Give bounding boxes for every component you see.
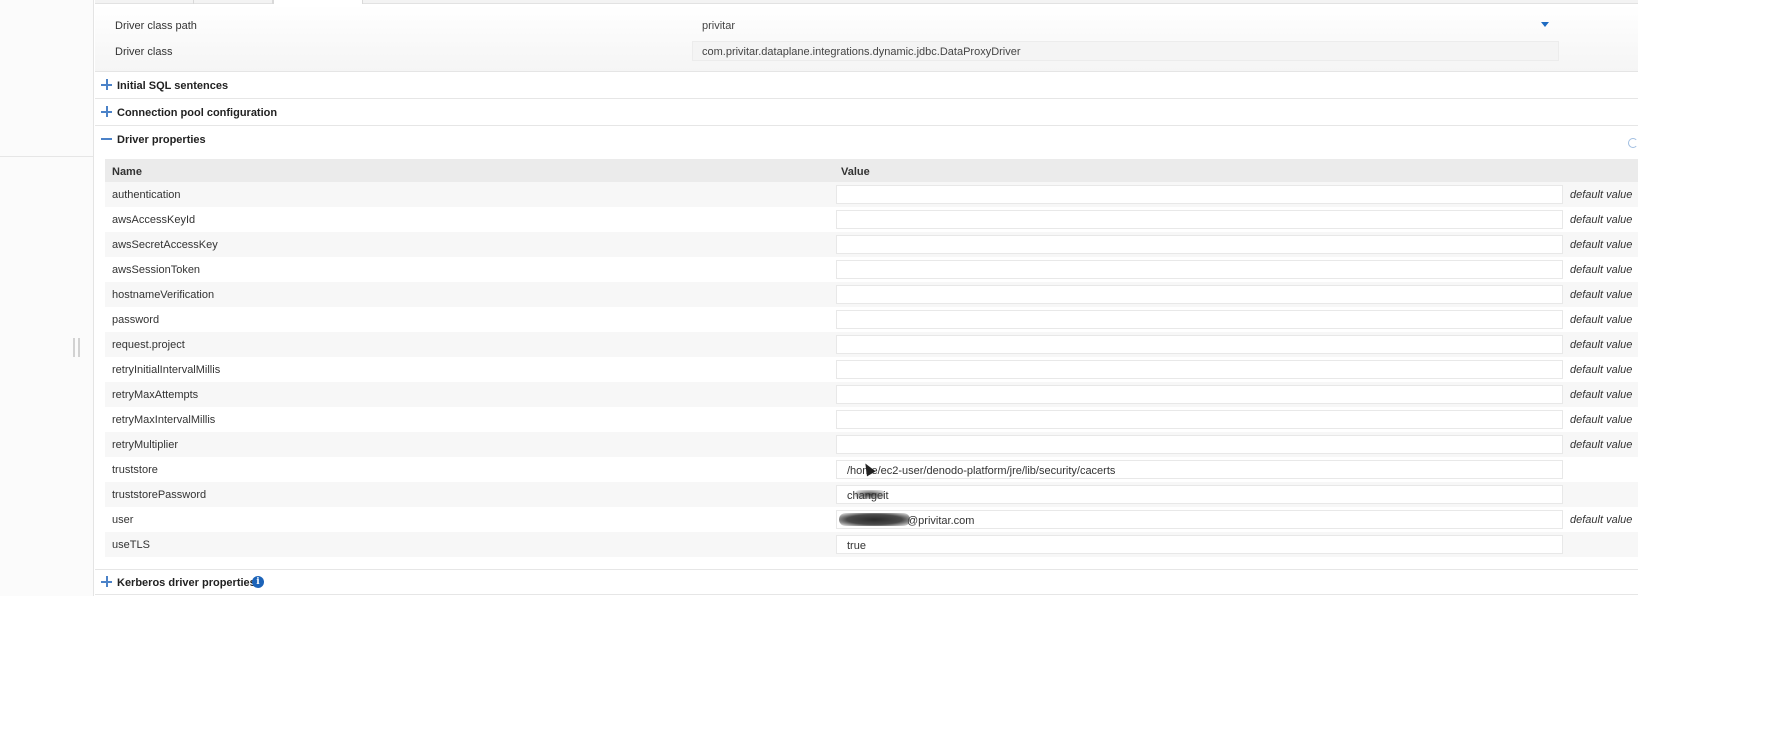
property-value-input[interactable] bbox=[836, 335, 1563, 354]
table-row: awsAccessKeyId default value bbox=[105, 207, 1638, 232]
property-name: hostnameVerification bbox=[112, 289, 215, 301]
tab-active[interactable] bbox=[273, 0, 363, 4]
table-row: retryMaxAttempts default value bbox=[105, 382, 1638, 407]
default-value-label[interactable]: default value bbox=[1570, 389, 1632, 401]
driver-class-row: Driver class com.privitar.dataplane.inte… bbox=[95, 41, 1638, 63]
app-window: Driver class path privitar Driver class … bbox=[0, 0, 1778, 732]
pane-splitter-handle[interactable] bbox=[73, 338, 80, 357]
property-name: truststore bbox=[112, 464, 158, 476]
redacted-password bbox=[855, 490, 885, 499]
minus-icon[interactable] bbox=[101, 133, 112, 144]
property-value-input[interactable] bbox=[836, 185, 1563, 204]
property-name: password bbox=[112, 314, 160, 326]
section-title-kerberos[interactable]: Kerberos driver properties bbox=[117, 577, 256, 589]
table-row: retryMultiplier default value bbox=[105, 432, 1638, 457]
driver-configuration: Driver class path privitar Driver class … bbox=[95, 5, 1638, 72]
table-row: hostnameVerification default value bbox=[105, 282, 1638, 307]
driver-class-field: com.privitar.dataplane.integrations.dyna… bbox=[692, 41, 1559, 61]
default-value-label[interactable]: default value bbox=[1570, 189, 1632, 201]
table-row: truststorePassword bbox=[105, 482, 1638, 507]
driver-class-label: Driver class bbox=[115, 46, 173, 58]
info-icon[interactable]: i bbox=[252, 576, 264, 588]
driver-class-path-label: Driver class path bbox=[115, 20, 197, 32]
plus-icon[interactable] bbox=[101, 79, 112, 90]
tab[interactable] bbox=[193, 0, 273, 4]
table-row: password default value bbox=[105, 307, 1638, 332]
driver-class-path-row: Driver class path privitar bbox=[95, 15, 1638, 37]
table-row: useTLS bbox=[105, 532, 1638, 557]
driver-class-path-value: privitar bbox=[702, 20, 736, 32]
property-name: authentication bbox=[112, 189, 181, 201]
table-row: user default value bbox=[105, 507, 1638, 532]
property-name: awsSecretAccessKey bbox=[112, 239, 218, 251]
connection-settings-panel: Driver class path privitar Driver class … bbox=[95, 0, 1638, 596]
property-value-input[interactable] bbox=[836, 410, 1563, 429]
table-row: request.project default value bbox=[105, 332, 1638, 357]
property-value-input[interactable] bbox=[836, 485, 1563, 504]
divider bbox=[0, 156, 93, 157]
driver-properties-table: Name Value authentication default value aw… bbox=[105, 159, 1638, 557]
left-navigation-pane bbox=[0, 0, 94, 596]
default-value-label[interactable]: default value bbox=[1570, 514, 1632, 526]
default-value-label[interactable]: default value bbox=[1570, 414, 1632, 426]
property-value-input[interactable] bbox=[836, 435, 1563, 454]
default-value-label[interactable]: default value bbox=[1570, 364, 1632, 376]
default-value-label[interactable]: default value bbox=[1570, 314, 1632, 326]
table-body: authentication default value awsAccessKeyI… bbox=[105, 182, 1638, 557]
property-name: awsAccessKeyId bbox=[112, 214, 196, 226]
default-value-label[interactable]: default value bbox=[1570, 239, 1632, 251]
property-name: awsSessionToken bbox=[112, 264, 201, 276]
default-value-label[interactable]: default value bbox=[1570, 214, 1632, 226]
tab-strip bbox=[95, 0, 1638, 4]
plus-icon[interactable] bbox=[101, 106, 112, 117]
refresh-icon[interactable] bbox=[1628, 138, 1638, 148]
property-value-input[interactable] bbox=[836, 535, 1563, 554]
section-initial-sql[interactable]: Initial SQL sentences bbox=[95, 73, 1638, 99]
property-value-input[interactable] bbox=[836, 260, 1563, 279]
property-value-input[interactable] bbox=[836, 510, 1563, 529]
table-row: authentication default value bbox=[105, 182, 1638, 207]
property-value-input[interactable] bbox=[836, 360, 1563, 379]
redacted-username bbox=[839, 513, 910, 526]
section-title-driver-properties[interactable]: Driver properties bbox=[117, 134, 206, 146]
table-row: retryInitialIntervalMillis default value bbox=[105, 357, 1638, 382]
property-value-input[interactable] bbox=[836, 310, 1563, 329]
default-value-label[interactable]: default value bbox=[1570, 439, 1632, 451]
column-header-value[interactable]: Value bbox=[841, 166, 870, 178]
table-row: awsSessionToken default value bbox=[105, 257, 1638, 282]
column-header-name[interactable]: Name bbox=[112, 166, 142, 178]
section-driver-properties[interactable]: Driver properties bbox=[95, 127, 1638, 153]
property-name: retryMaxIntervalMillis bbox=[112, 414, 216, 426]
section-title-connection-pool[interactable]: Connection pool configuration bbox=[117, 107, 277, 119]
property-value-input[interactable] bbox=[836, 210, 1563, 229]
property-name: retryInitialIntervalMillis bbox=[112, 364, 221, 376]
property-name: user bbox=[112, 514, 134, 526]
chevron-down-icon[interactable] bbox=[1541, 22, 1549, 27]
property-value-input[interactable] bbox=[836, 460, 1563, 479]
property-name: retryMaxAttempts bbox=[112, 389, 199, 401]
property-value-input[interactable] bbox=[836, 235, 1563, 254]
property-name: useTLS bbox=[112, 539, 150, 551]
property-name: request.project bbox=[112, 339, 185, 351]
default-value-label[interactable]: default value bbox=[1570, 264, 1632, 276]
plus-icon[interactable] bbox=[101, 576, 112, 587]
section-kerberos[interactable]: Kerberos driver properties i bbox=[95, 569, 1638, 595]
default-value-label[interactable]: default value bbox=[1570, 339, 1632, 351]
driver-class-path-select[interactable]: privitar bbox=[692, 15, 1557, 37]
property-value-input[interactable] bbox=[836, 385, 1563, 404]
table-row: retryMaxIntervalMillis default value bbox=[105, 407, 1638, 432]
table-row: awsSecretAccessKey default value bbox=[105, 232, 1638, 257]
property-name: truststorePassword bbox=[112, 489, 207, 501]
table-header: Name Value bbox=[105, 159, 1638, 182]
property-value-input[interactable] bbox=[836, 285, 1563, 304]
section-title-initial-sql[interactable]: Initial SQL sentences bbox=[117, 80, 228, 92]
section-connection-pool[interactable]: Connection pool configuration bbox=[95, 100, 1638, 126]
default-value-label[interactable]: default value bbox=[1570, 289, 1632, 301]
property-name: retryMultiplier bbox=[112, 439, 179, 451]
